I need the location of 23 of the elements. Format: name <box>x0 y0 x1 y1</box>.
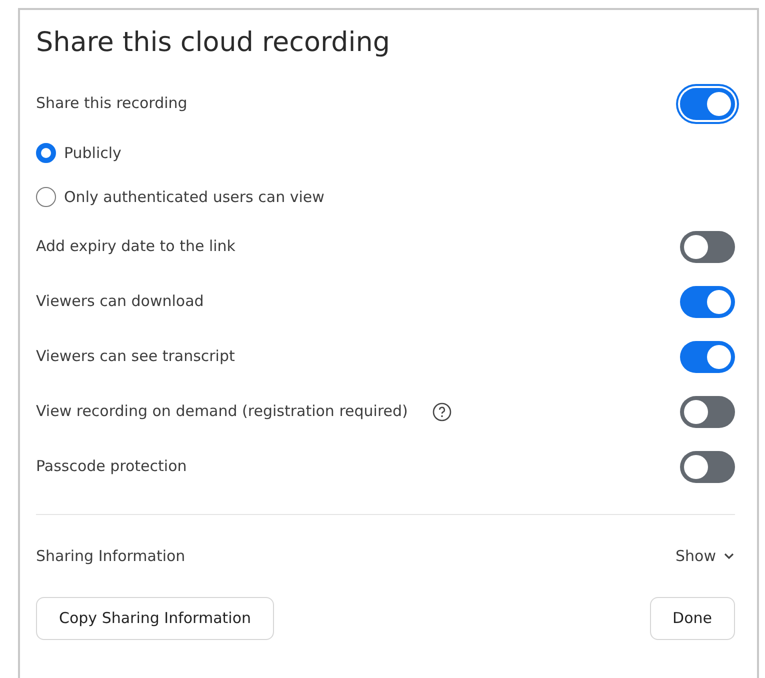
dialog-title: Share this cloud recording <box>36 26 392 60</box>
help-icon[interactable] <box>432 402 452 422</box>
toggle-switch[interactable] <box>680 286 735 318</box>
toggle-switch[interactable] <box>680 340 735 372</box>
section-label: Sharing Information <box>36 546 186 567</box>
done-button[interactable]: Done <box>650 597 735 640</box>
setting-label: Share this recording <box>36 93 188 114</box>
copy-button[interactable]: Copy Sharing Information <box>36 597 274 640</box>
setting-label: Viewers can download <box>36 291 204 312</box>
setting-label: View recording on demand (registration required) <box>36 401 408 422</box>
chevron-icon <box>724 552 734 560</box>
radio-button[interactable] <box>36 187 56 207</box>
toggle-switch[interactable] <box>680 230 735 262</box>
toggle-switch[interactable] <box>680 450 735 482</box>
setting-label: Passcode protection <box>36 456 187 478</box>
radio-label[interactable]: Publicly <box>64 142 122 164</box>
setting-label: Viewers can see transcript <box>36 346 235 368</box>
toggle-switch[interactable] <box>680 396 735 428</box>
radio-button[interactable] <box>36 143 56 163</box>
radio-label[interactable]: Only authenticated users can view <box>64 186 324 208</box>
show-toggle[interactable]: Show <box>674 544 735 568</box>
setting-label: Add expiry date to the link <box>36 236 236 258</box>
toggle-switch[interactable] <box>680 88 735 120</box>
